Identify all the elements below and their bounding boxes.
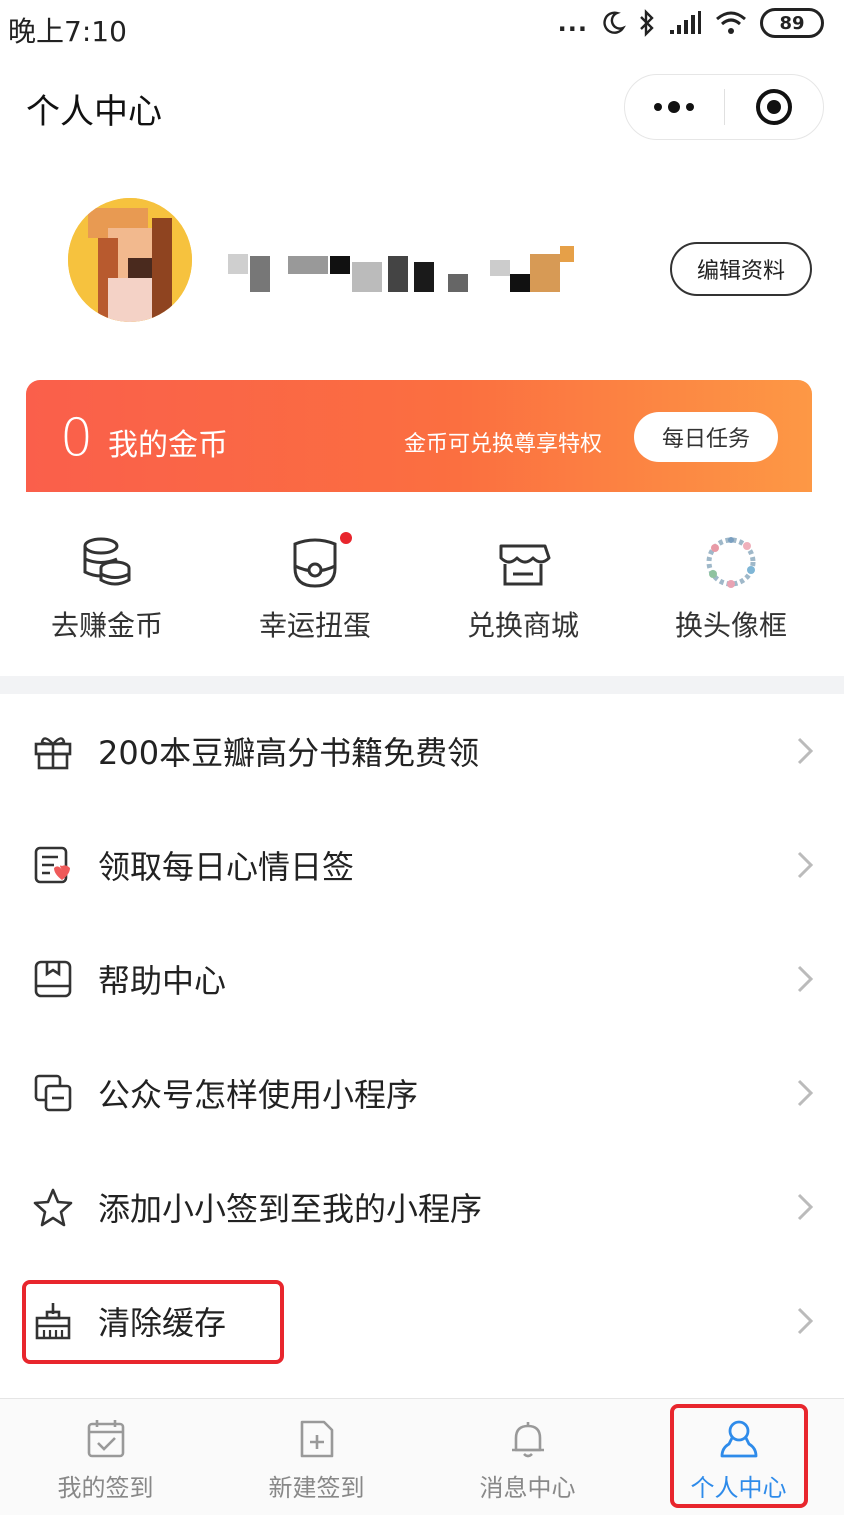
- menu-label: 200本豆瓣高分书籍免费领: [98, 734, 480, 772]
- star-icon: [33, 1188, 73, 1227]
- wreath-frame-icon: [706, 537, 756, 588]
- wifi-icon: [716, 11, 746, 34]
- edit-profile-button[interactable]: 编辑资料: [670, 242, 812, 296]
- chevron-right-icon: [797, 965, 814, 993]
- bell-icon: [511, 1422, 544, 1458]
- menu-item-official-account[interactable]: 公众号怎样使用小程序: [0, 1036, 844, 1150]
- chevron-right-icon: [797, 1307, 814, 1335]
- help-book-icon: [34, 960, 72, 998]
- coin-hint: 金币可兑换尊享特权: [404, 432, 603, 457]
- calendar-check-icon: [87, 1420, 124, 1458]
- quick-lucky-gacha[interactable]: 幸运扭蛋: [210, 524, 420, 654]
- coin-label: 我的金币: [108, 428, 228, 463]
- menu-label: 帮助中心: [98, 962, 227, 1000]
- chevron-right-icon: [797, 737, 814, 765]
- coin-stack-icon: [83, 537, 131, 586]
- tab-label: 消息中心: [479, 1474, 576, 1502]
- nickname-mosaic: [228, 236, 580, 296]
- quick-label: 兑换商城: [466, 609, 579, 642]
- more-button[interactable]: [625, 75, 724, 139]
- gift-icon: [34, 737, 72, 770]
- daily-task-button[interactable]: 每日任务: [634, 412, 778, 462]
- mini-program-capsule: [624, 74, 824, 140]
- menu-label: 公众号怎样使用小程序: [98, 1076, 419, 1114]
- highlight-box-clear-cache: [22, 1280, 284, 1364]
- chevron-right-icon: [797, 1193, 814, 1221]
- status-time: 晚上7:10: [8, 15, 127, 48]
- more-dots-status: ...: [557, 9, 588, 37]
- page-title: 个人中心: [26, 92, 162, 132]
- signal-icon: [670, 11, 701, 34]
- menu-item-help-center[interactable]: 帮助中心: [0, 922, 844, 1036]
- chevron-right-icon: [797, 1079, 814, 1107]
- notification-dot: [340, 532, 352, 544]
- more-dots-icon: [654, 101, 695, 113]
- battery-icon: 89: [760, 8, 824, 38]
- quick-exchange-store[interactable]: 兑换商城: [418, 524, 628, 654]
- copy-window-icon: [34, 1074, 72, 1112]
- tab-label: 我的签到: [57, 1474, 154, 1502]
- quick-label: 换头像框: [674, 609, 787, 642]
- menu-label: 领取每日心情日签: [98, 848, 355, 886]
- quick-label: 去赚金币: [50, 609, 163, 642]
- mood-note-icon: [34, 846, 70, 884]
- avatar[interactable]: [68, 198, 192, 322]
- close-button[interactable]: [725, 75, 824, 139]
- menu-item-free-books[interactable]: 200本豆瓣高分书籍免费领: [0, 694, 844, 808]
- status-icons: ... 89: [558, 8, 824, 38]
- coin-count: 0: [60, 408, 94, 468]
- target-close-icon: [755, 89, 792, 125]
- gacha-icon: [293, 538, 337, 588]
- menu-item-add-mini-program[interactable]: 添加小小签到至我的小程序: [0, 1150, 844, 1264]
- section-divider: [0, 676, 844, 694]
- moon-icon: [603, 11, 626, 34]
- highlight-box-personal-tab: [670, 1404, 808, 1508]
- store-icon: [499, 544, 551, 586]
- quick-label: 幸运扭蛋: [258, 609, 371, 642]
- tab-label: 新建签到: [268, 1474, 365, 1502]
- tab-my-checkins[interactable]: 我的签到: [0, 1398, 211, 1514]
- quick-earn-coins[interactable]: 去赚金币: [2, 524, 212, 654]
- add-file-icon: [300, 1420, 333, 1458]
- tab-message-center[interactable]: 消息中心: [422, 1398, 633, 1514]
- tab-new-checkin[interactable]: 新建签到: [211, 1398, 422, 1514]
- bluetooth-icon: [640, 9, 654, 37]
- menu-label: 添加小小签到至我的小程序: [98, 1190, 483, 1228]
- quick-avatar-frame[interactable]: 换头像框: [626, 524, 836, 654]
- chevron-right-icon: [797, 851, 814, 879]
- menu-item-daily-mood[interactable]: 领取每日心情日签: [0, 808, 844, 922]
